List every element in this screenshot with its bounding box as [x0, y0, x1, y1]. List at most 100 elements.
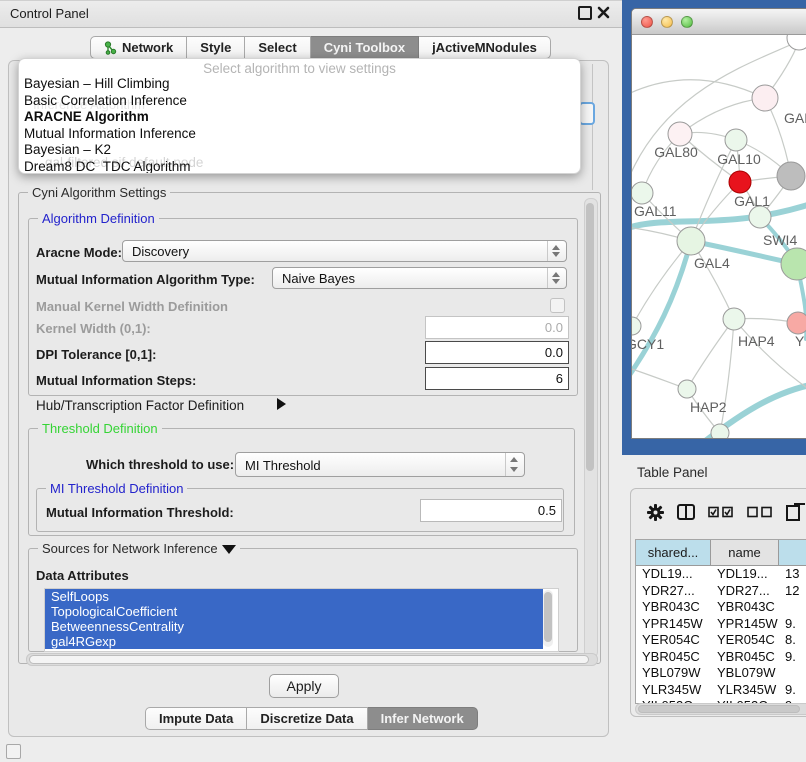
network-window-titlebar[interactable] — [632, 9, 806, 35]
hub-definition-label[interactable]: Hub/Transcription Factor Definition — [36, 398, 244, 413]
table-cell: YDL19... — [636, 566, 711, 583]
table-row[interactable]: YBL079WYBL079W — [636, 665, 806, 682]
checked-boxes-icon[interactable] — [708, 506, 734, 518]
table-cell: 12 — [779, 583, 806, 600]
table-row[interactable]: YER054CYER054C8. — [636, 632, 806, 649]
attributes-scrollbar-thumb[interactable] — [544, 592, 552, 642]
network-node[interactable] — [787, 35, 806, 50]
attribute-item-selected[interactable]: BetweennessCentrality — [45, 619, 543, 634]
bottom-tab-discretize-data[interactable]: Discretize Data — [247, 707, 367, 730]
table-cell: 13 — [779, 566, 806, 583]
mi-steps-field[interactable]: 6 — [425, 367, 569, 390]
algorithm-option[interactable]: ARACNE Algorithm — [19, 109, 580, 126]
table-cell: 9. — [779, 649, 806, 666]
expand-arrow-icon[interactable] — [277, 398, 286, 410]
mi-type-combo[interactable]: Naive Bayes — [272, 267, 567, 289]
settings-scrollbar-track[interactable] — [584, 198, 598, 658]
network-edge[interactable] — [632, 241, 691, 326]
attribute-item-selected[interactable]: SelfLoops — [45, 589, 543, 604]
network-node[interactable] — [781, 248, 806, 280]
combo-stepper-icon — [547, 241, 562, 261]
table-column-header[interactable] — [779, 540, 806, 565]
table-hscrollbar-thumb[interactable] — [638, 705, 800, 713]
network-node-label: GAL10 — [717, 151, 761, 167]
attribute-item-selected[interactable]: gal4RGexp — [45, 634, 543, 649]
network-node[interactable] — [711, 424, 729, 438]
float-window-icon[interactable] — [578, 6, 592, 20]
minimize-traffic-light-icon[interactable] — [661, 16, 673, 28]
network-node-gal4[interactable] — [677, 227, 705, 255]
attributes-scrollbar-track[interactable] — [543, 590, 553, 647]
algorithm-option[interactable]: Bayesian – Hill Climbing — [19, 76, 580, 93]
close-traffic-light-icon[interactable] — [641, 16, 653, 28]
table-cell: YPR145W — [711, 616, 779, 633]
network-edge[interactable] — [680, 98, 765, 134]
gear-icon[interactable] — [647, 504, 664, 521]
network-node-gal80[interactable] — [668, 122, 692, 146]
table-row[interactable]: YBR043CYBR043C — [636, 599, 806, 616]
data-attributes-list[interactable]: SelfLoopsTopologicalCoefficientBetweenne… — [44, 588, 559, 652]
network-node-gal1[interactable] — [729, 171, 751, 193]
which-threshold-combo[interactable]: MI Threshold — [235, 452, 525, 477]
settings-scrollbar-thumb[interactable] — [586, 203, 594, 471]
algorithm-option[interactable]: Mutual Information Inference — [19, 126, 580, 143]
network-node-label: GAL4 — [694, 255, 730, 271]
network-graph-canvas[interactable]: GALGAL80GAL10GAL1GAL11SWI4GAL4GCY1HAP4YH… — [632, 35, 806, 438]
table-hscrollbar-track[interactable] — [635, 703, 806, 715]
network-node-gal11[interactable] — [632, 182, 653, 204]
manual-kernel-checkbox[interactable] — [550, 298, 565, 313]
network-node-hap2[interactable] — [678, 380, 696, 398]
table-row[interactable]: YPR145WYPR145W9. — [636, 616, 806, 633]
new-column-icon[interactable] — [786, 503, 806, 521]
close-icon[interactable] — [597, 6, 610, 19]
network-node-gcy1[interactable] — [632, 317, 641, 335]
table-row[interactable]: YLR345WYLR345W9. — [636, 682, 806, 699]
table-cell: YBR043C — [711, 599, 779, 616]
tab-network[interactable]: Network — [90, 36, 187, 59]
combo-stepper-icon — [505, 453, 520, 476]
apply-button[interactable]: Apply — [269, 674, 339, 698]
network-node-y[interactable] — [787, 312, 806, 334]
tab-select[interactable]: Select — [245, 36, 310, 59]
tab-cyni-toolbox[interactable]: Cyni Toolbox — [311, 36, 419, 59]
network-edge[interactable] — [687, 319, 734, 389]
settings-hscrollbar-thumb[interactable] — [29, 655, 589, 664]
columns-icon[interactable] — [677, 504, 695, 520]
control-panel-tabs: NetworkStyle Select Cyni ToolboxjActiveMNo… — [90, 36, 551, 59]
minimized-panel-icon[interactable] — [6, 744, 21, 759]
network-node[interactable] — [777, 162, 805, 190]
table-row[interactable]: YDL19...YDL19...13 — [636, 566, 806, 583]
aracne-mode-value: Discovery — [132, 244, 189, 259]
tab-jactivemnodules[interactable]: jActiveMNodules — [419, 36, 551, 59]
table-panel-window: shared...name YDL19...YDL19...13YDR27...… — [630, 488, 806, 717]
attribute-item-selected[interactable]: TopologicalCoefficient — [45, 604, 543, 619]
dpi-tolerance-field[interactable]: 0.0 — [425, 341, 569, 364]
table-row[interactable]: YDR27...YDR27...12 — [636, 583, 806, 600]
table-cell: YDR27... — [711, 583, 779, 600]
bottom-tab-infer-network[interactable]: Infer Network — [368, 707, 478, 730]
table-column-header[interactable]: shared... — [636, 540, 711, 565]
kernel-width-field[interactable]: 0.0 — [425, 316, 569, 339]
network-node-gal[interactable] — [752, 85, 778, 111]
background-panel-border — [592, 64, 593, 190]
node-attribute-table[interactable]: shared...name YDL19...YDL19...13YDR27...… — [635, 539, 806, 704]
settings-hscrollbar-track[interactable] — [26, 653, 598, 666]
algorithm-option[interactable]: Bayesian – K2 — [19, 142, 580, 159]
network-edge[interactable] — [632, 80, 765, 98]
table-row[interactable]: YBR045CYBR045C9. — [636, 649, 806, 666]
tab-label: Select — [258, 37, 296, 58]
sources-group-title[interactable]: Sources for Network Inference — [38, 541, 240, 556]
unchecked-boxes-icon[interactable] — [747, 506, 773, 518]
network-node-gal10[interactable] — [725, 129, 747, 151]
algorithm-option[interactable]: Basic Correlation Inference — [19, 93, 580, 110]
table-column-header[interactable]: name — [711, 540, 779, 565]
bottom-tab-impute-data[interactable]: Impute Data — [145, 707, 247, 730]
network-edge-thick[interactable] — [632, 241, 691, 383]
aracne-mode-combo[interactable]: Discovery — [122, 240, 567, 262]
algorithm-option[interactable]: Dream8 DC_TDC Algorithm — [19, 159, 580, 175]
tab-style[interactable]: Style — [187, 36, 245, 59]
mi-threshold-field[interactable]: 0.5 — [420, 499, 562, 522]
network-node-swi4[interactable] — [749, 206, 771, 228]
zoom-traffic-light-icon[interactable] — [681, 16, 693, 28]
network-node-hap4[interactable] — [723, 308, 745, 330]
